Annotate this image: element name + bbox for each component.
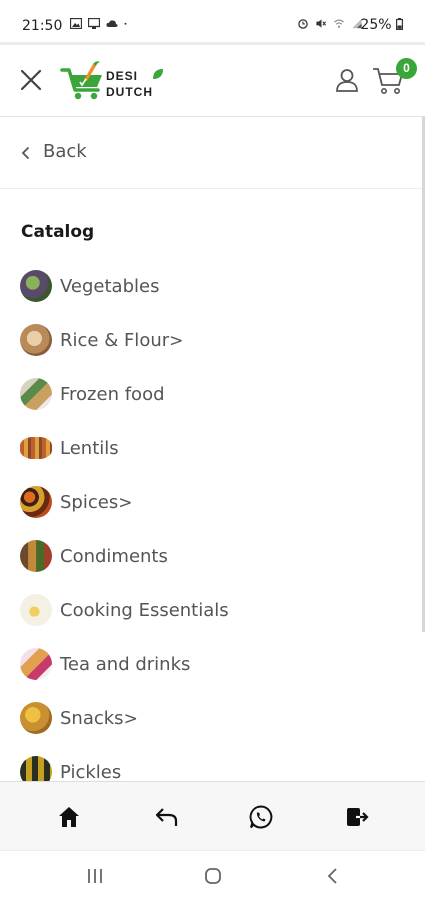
home-icon[interactable] — [56, 804, 82, 830]
system-nav-bar — [0, 850, 425, 900]
close-icon[interactable] — [18, 67, 44, 93]
menu-item-tea-drinks[interactable]: Tea and drinks — [20, 637, 400, 691]
back-row[interactable]: Back — [0, 117, 422, 189]
app-header: DESI DUTCH 0 — [0, 45, 425, 117]
lentils-thumb-icon — [20, 437, 52, 459]
status-system-icons — [297, 18, 363, 29]
menu-item-condiments[interactable]: Condiments — [20, 529, 400, 583]
cart-count-badge[interactable]: 0 — [396, 58, 417, 79]
logo-wordmark: DESI DUTCH — [106, 70, 153, 98]
vegetables-thumb-icon — [20, 270, 52, 302]
menu-item-label: Cooking Essentials — [60, 599, 229, 621]
battery-icon — [396, 18, 404, 31]
menu-item-cooking-essentials[interactable]: Cooking Essentials — [20, 583, 400, 637]
mute-icon — [316, 19, 327, 28]
menu-item-label: Rice & Flour> — [60, 329, 184, 351]
cast-icon — [88, 18, 100, 29]
status-bar: 21:50 25% — [0, 0, 425, 40]
status-notification-icons — [70, 18, 130, 29]
bottom-nav — [0, 781, 425, 850]
menu-item-spices[interactable]: Spices> — [20, 475, 400, 529]
menu-item-label: Pickles — [60, 761, 122, 783]
dot-icon — [124, 22, 127, 25]
rice-flour-thumb-icon — [20, 324, 52, 356]
status-battery: 25% — [360, 17, 404, 33]
back-label: Back — [43, 141, 87, 162]
account-icon[interactable] — [334, 67, 360, 93]
menu-item-label: Vegetables — [60, 275, 160, 297]
recents-icon[interactable] — [84, 865, 106, 887]
battery-percent: 25% — [360, 17, 392, 33]
menu-item-frozen-food[interactable]: Frozen food — [20, 367, 400, 421]
tea-drinks-thumb-icon — [20, 648, 52, 680]
catalog-heading: Catalog — [21, 222, 95, 242]
menu-item-label: Condiments — [60, 545, 168, 567]
back-arrow-icon[interactable] — [154, 804, 180, 830]
leaf-logo-icon — [153, 69, 163, 79]
logo-line1: DESI — [106, 69, 139, 83]
home-circle-icon[interactable] — [202, 865, 224, 887]
menu-item-label: Snacks> — [60, 707, 138, 729]
menu-item-label: Spices> — [60, 491, 133, 513]
menu-item-rice-flour[interactable]: Rice & Flour> — [20, 313, 400, 367]
cloud-icon — [106, 20, 118, 27]
frozen-food-thumb-icon — [20, 378, 52, 410]
cooking-essentials-thumb-icon — [20, 594, 52, 626]
brand-logo[interactable]: DESI DUTCH — [60, 60, 170, 102]
menu-item-label: Lentils — [60, 437, 119, 459]
spices-thumb-icon — [20, 486, 52, 518]
alarm-icon — [298, 19, 308, 29]
cart-logo-icon — [60, 61, 102, 100]
snacks-thumb-icon — [20, 702, 52, 734]
whatsapp-icon[interactable] — [248, 804, 274, 830]
condiments-thumb-icon — [20, 540, 52, 572]
chevron-left-icon — [21, 147, 29, 159]
logo-line2: DUTCH — [106, 85, 153, 99]
menu-item-vegetables[interactable]: Vegetables — [20, 259, 400, 313]
menu-item-label: Frozen food — [60, 383, 165, 405]
system-back-icon[interactable] — [322, 865, 344, 887]
status-time: 21:50 — [22, 18, 63, 34]
menu-item-label: Tea and drinks — [60, 653, 191, 675]
gallery-icon — [70, 18, 82, 29]
menu-item-snacks[interactable]: Snacks> — [20, 691, 400, 745]
wifi-icon — [334, 19, 344, 28]
menu-item-lentils[interactable]: Lentils — [20, 421, 400, 475]
logout-icon[interactable] — [344, 804, 370, 830]
